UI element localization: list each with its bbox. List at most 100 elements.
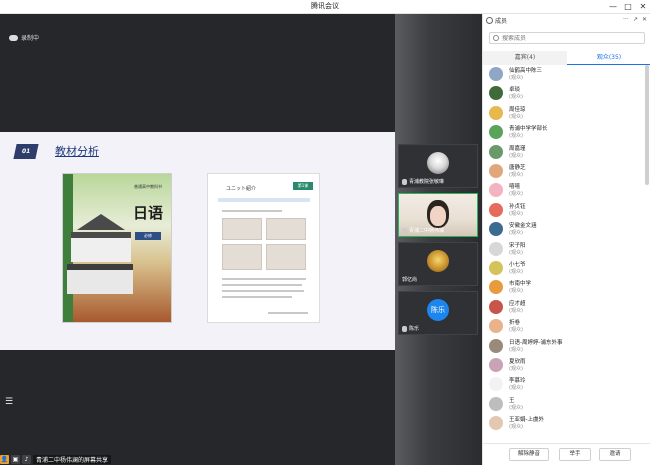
avatar bbox=[427, 152, 449, 174]
member-row[interactable]: 唐静芝 (观众) bbox=[489, 162, 639, 181]
member-row[interactable]: 安徽金文涵 (观众) bbox=[489, 220, 639, 239]
more-icon[interactable]: ··· bbox=[623, 16, 629, 23]
recording-indicator[interactable]: 录制中 bbox=[9, 33, 39, 42]
member-name: 王 bbox=[509, 397, 515, 404]
slide-number: 01 bbox=[13, 144, 39, 159]
member-role: (观众) bbox=[509, 133, 523, 140]
share-label: 青浦二中杨伟澜的屏幕共享 bbox=[33, 455, 112, 464]
thumb-participant[interactable]: 郭亿尚 bbox=[398, 242, 478, 286]
member-row[interactable]: 周嘉瑾 (观众) bbox=[489, 143, 639, 162]
member-role: (观众) bbox=[509, 288, 523, 295]
member-role: (观众) bbox=[509, 346, 523, 353]
minimize-button[interactable]: — bbox=[606, 1, 620, 13]
member-name: 安徽金文涵 bbox=[509, 223, 537, 230]
member-role: (观众) bbox=[509, 385, 523, 392]
member-row[interactable]: 王 (观众) bbox=[489, 395, 639, 414]
thumb-label: 陈乐 bbox=[402, 325, 419, 332]
lesson-tag: 第1课 bbox=[293, 182, 313, 190]
thumb-label: 郭亿尚 bbox=[402, 277, 418, 283]
member-row[interactable]: 市南中学 (观众) bbox=[489, 278, 639, 297]
member-name: 日语-周婷婷-浦东外事 bbox=[509, 339, 563, 346]
unmute-all-button[interactable]: 解除静音 bbox=[509, 448, 549, 461]
search-icon bbox=[493, 35, 499, 41]
members-icon bbox=[486, 17, 493, 24]
page-text-line bbox=[222, 284, 302, 286]
member-row[interactable]: 青浦中学学部长 (观众) bbox=[489, 123, 639, 142]
avatar bbox=[489, 416, 503, 431]
member-role: (观众) bbox=[509, 210, 523, 217]
avatar bbox=[489, 86, 503, 101]
maximize-button[interactable]: □ bbox=[621, 1, 635, 13]
castle-roof-shape bbox=[77, 214, 125, 230]
member-name: 夏欣雨 bbox=[509, 359, 526, 365]
mic-icon bbox=[402, 325, 407, 332]
page-text-line bbox=[222, 290, 304, 292]
tab-guests[interactable]: 嘉宾(4) bbox=[483, 51, 567, 65]
raise-hand-button[interactable]: 举手 bbox=[559, 448, 591, 461]
panel-header: 成员 ··· ↗ ✕ bbox=[483, 14, 650, 28]
user-icon: 👤 bbox=[0, 455, 9, 464]
thumb-participant[interactable]: 青浦教院张敏琳 bbox=[398, 144, 478, 188]
member-row[interactable]: 宋子阳 (观众) bbox=[489, 240, 639, 259]
page-photo-2 bbox=[266, 218, 306, 240]
page-photo-3 bbox=[222, 244, 262, 270]
avatar bbox=[489, 67, 503, 81]
avatar bbox=[489, 299, 503, 314]
member-name: 唐静芝 bbox=[509, 165, 526, 171]
screen-share-stage: 录制中 01 教材分析 普通高中教科书 日语 必修 ユニット紹介 第1课 ☰ 👤… bbox=[0, 14, 395, 465]
member-list: 仙鹤高中陈三 (观众) 卓琰 (观众) 周佳琼 (观众) 青浦中学学部长 (观众) 周嘉瑾 (观众… bbox=[483, 65, 643, 443]
member-row[interactable]: 孙贞钰 (观众) bbox=[489, 201, 639, 220]
avatar bbox=[489, 241, 503, 256]
member-role: (观众) bbox=[509, 152, 523, 159]
avatar bbox=[489, 396, 503, 411]
thumb-participant-video[interactable]: 青浦二中杨伟澜 bbox=[398, 193, 478, 237]
cover-title: 日语 bbox=[132, 204, 163, 222]
slide-heading: 教材分析 bbox=[55, 145, 99, 158]
shared-slide: 01 教材分析 普通高中教科书 日语 必修 ユニット紹介 第1课 bbox=[0, 132, 395, 350]
member-row[interactable]: 嘻嘻 (观众) bbox=[489, 181, 639, 200]
window-title: 腾讯会议 bbox=[311, 2, 339, 10]
search-input[interactable] bbox=[502, 34, 632, 42]
member-row[interactable]: 小七爷 (观众) bbox=[489, 259, 639, 278]
member-row[interactable]: 夏欣雨 (观众) bbox=[489, 356, 639, 375]
cloud-record-icon bbox=[9, 34, 18, 41]
member-row[interactable]: 李慕玲 (观众) bbox=[489, 375, 639, 394]
close-button[interactable]: ✕ bbox=[636, 1, 650, 13]
mic-icon: ♪ bbox=[22, 455, 31, 464]
textbook-page-image: ユニット紹介 第1课 bbox=[207, 173, 320, 323]
members-panel: 成员 ··· ↗ ✕ 嘉宾(4) 观众(35) 仙鹤高中陈三(观众)卓琰(观众)… bbox=[482, 14, 650, 465]
member-row[interactable]: 折卷 (观众) bbox=[489, 317, 639, 336]
member-name: 孙贞钰 bbox=[509, 203, 526, 210]
list-menu-icon[interactable]: ☰ bbox=[5, 397, 17, 407]
member-row[interactable]: 仙鹤高中陈三 (观众) bbox=[489, 65, 639, 84]
avatar: 陈乐 bbox=[427, 299, 449, 321]
panel-title: 成员 bbox=[495, 18, 508, 25]
member-tabs: 嘉宾(4) 观众(35) bbox=[483, 51, 650, 65]
avatar bbox=[489, 105, 503, 120]
invite-button[interactable]: 邀请 bbox=[599, 448, 631, 461]
avatar bbox=[489, 338, 503, 353]
member-search[interactable] bbox=[489, 32, 645, 44]
page-text-line bbox=[222, 296, 292, 298]
member-row[interactable]: 卓琰 (观众) bbox=[489, 84, 639, 103]
thumb-participant[interactable]: 陈乐 陈乐 bbox=[398, 291, 478, 335]
screen-icon: ▣ bbox=[11, 455, 20, 464]
member-role: (观众) bbox=[509, 75, 523, 81]
pop-out-icon[interactable]: ↗ bbox=[633, 16, 638, 23]
member-name: 李慕玲 bbox=[509, 378, 526, 385]
member-row[interactable]: 应才超 (观众) bbox=[489, 298, 639, 317]
avatar bbox=[489, 319, 503, 334]
member-role: (观众) bbox=[509, 191, 523, 198]
member-row[interactable]: 王亚娟-上虞外 (观众) bbox=[489, 414, 639, 433]
tab-audience[interactable]: 观众(35) bbox=[567, 51, 650, 65]
member-row[interactable]: 日语-周婷婷-浦东外事 (观众) bbox=[489, 337, 639, 356]
member-list-scrollbar[interactable] bbox=[645, 65, 649, 185]
avatar bbox=[489, 280, 503, 295]
page-banner bbox=[218, 198, 310, 202]
member-row[interactable]: 周佳琼 (观众) bbox=[489, 104, 639, 123]
avatar bbox=[489, 183, 503, 198]
page-text-line bbox=[222, 278, 306, 280]
video-thumbnails: 青浦教院张敏琳 青浦二中杨伟澜 郭亿尚 陈乐 陈乐 bbox=[395, 14, 482, 465]
close-panel-icon[interactable]: ✕ bbox=[642, 16, 647, 23]
castle-base-shape bbox=[67, 264, 133, 294]
